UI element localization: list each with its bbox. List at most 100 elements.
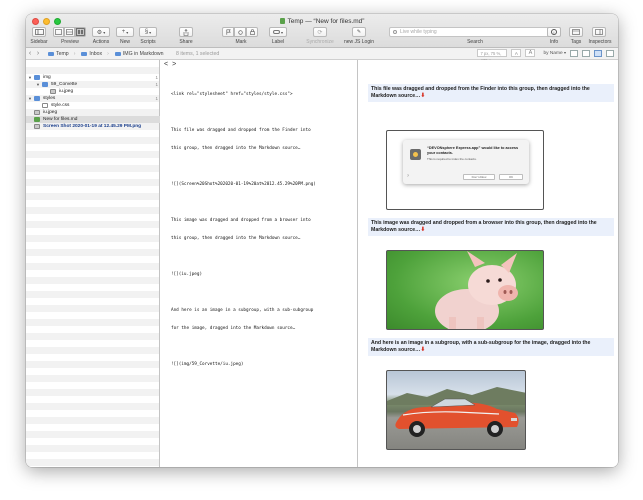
flag-icon xyxy=(226,29,231,35)
sidebar-item-img[interactable]: ▼ img 1 xyxy=(26,74,160,81)
preview-paragraph-2: This image was dragged and dropped from … xyxy=(368,218,614,237)
view-columns-icon[interactable] xyxy=(594,49,602,57)
sidebar-item-iu-jpeg[interactable]: iu.jpeg xyxy=(26,109,160,116)
items-status: 8 items, 1 selected xyxy=(176,50,220,57)
new-button[interactable]: + ▾ xyxy=(116,27,134,37)
editor-back-button[interactable]: < xyxy=(164,61,168,68)
breadcrumb-inbox-label: Inbox xyxy=(89,50,103,57)
synchronize-label: Synchronize xyxy=(306,39,334,45)
item-count: 1 xyxy=(155,75,158,80)
sidebar-item-label: 59_Corvette xyxy=(51,82,78,87)
sidebar-item-59-corvette[interactable]: ▼ 59_Corvette 1 xyxy=(26,81,160,88)
script-icon: § xyxy=(144,29,149,35)
synchronize-button[interactable]: ⟳ xyxy=(313,27,327,37)
preview-mode-2[interactable] xyxy=(64,27,75,37)
source-line: ![](img/59_Corvette/iu.jpeg) xyxy=(171,362,244,367)
scripts-button[interactable]: § ▾ xyxy=(139,27,157,37)
markdown-source[interactable]: <link rel="stylesheet" href="styles/styl… xyxy=(171,80,356,380)
database-icon xyxy=(48,51,54,56)
corvette-illustration xyxy=(387,387,525,437)
paragraph-text: This image was dragged and dropped from … xyxy=(371,220,597,234)
sidebar-item-styles[interactable]: ▼ styles 1 xyxy=(26,95,160,102)
font-larger-button[interactable]: A xyxy=(525,49,536,57)
sidebar-item-label: img xyxy=(43,75,51,80)
disclosure-triangle-icon[interactable]: ▼ xyxy=(28,95,32,102)
window-title: Temp — “New for files.md” xyxy=(26,18,618,25)
breadcrumb-temp[interactable]: Temp › xyxy=(48,51,75,57)
sidebar-item-label: iu.jpeg xyxy=(43,110,58,115)
sidebar-item-corvette-iu-jpeg[interactable]: iu.jpeg xyxy=(26,88,160,95)
toolbar: Temp — “New for files.md” Sidebar Previe… xyxy=(26,14,618,48)
sidebar-item-new-for-files-md[interactable]: New for files.md xyxy=(26,116,160,123)
new-js-login-button[interactable]: ✎ xyxy=(352,27,366,37)
preview-paragraph-3: And here is an image in a subgroup, with… xyxy=(368,338,614,357)
preview-image-screenshot: “DEVONsphere Express.app” would like to … xyxy=(386,130,544,210)
markdown-file-icon xyxy=(34,117,40,122)
breadcrumb-group[interactable]: IMG in Markdown xyxy=(114,50,164,57)
sort-selector[interactable]: by Name ▾ xyxy=(543,50,566,56)
scripts-label: Scripts xyxy=(140,39,156,45)
editor-forward-button[interactable]: > xyxy=(172,61,176,68)
inspectors-button[interactable] xyxy=(592,27,606,37)
breadcrumb-group-label: IMG in Markdown xyxy=(122,50,164,57)
share-button[interactable] xyxy=(179,27,193,37)
image-file-icon xyxy=(34,110,40,115)
dialog-subtitle: This is required to index the contacts. xyxy=(427,157,477,161)
inbox-icon xyxy=(81,51,88,56)
font-smaller-button[interactable]: A xyxy=(511,49,522,57)
view-list-icon[interactable] xyxy=(582,49,590,57)
layout-icon xyxy=(55,29,62,35)
source-line: ​ xyxy=(171,344,356,350)
view-split-icon[interactable] xyxy=(606,49,614,57)
preview-mode-1[interactable] xyxy=(53,27,64,37)
pathbar-right-controls: 7 px, 75 %, 470 × A A by Name ▾ xyxy=(477,49,614,63)
label-button[interactable]: ▾ xyxy=(269,27,287,37)
disclosure-triangle-icon[interactable]: ▼ xyxy=(36,81,40,88)
preview-mode-3[interactable] xyxy=(75,27,86,37)
info-button[interactable]: i xyxy=(547,27,561,37)
forward-button[interactable]: › xyxy=(34,50,42,58)
flag-button[interactable] xyxy=(222,27,234,37)
source-line: this group, then dragged into the Markdo… xyxy=(171,236,301,241)
chevron-down-icon: ▾ xyxy=(149,29,152,35)
source-line: <link rel="stylesheet" href="styles/styl… xyxy=(171,92,293,97)
tags-button[interactable] xyxy=(569,27,583,37)
info-icon: i xyxy=(551,29,557,35)
editor-nav: < > xyxy=(160,60,358,69)
app-window: Temp — “New for files.md” Sidebar Previe… xyxy=(26,14,618,467)
new-js-login-label: new JS Login xyxy=(343,39,375,45)
inspectors-icon xyxy=(595,29,603,35)
path-bar: ‹ › Temp › Inbox › IMG in Markdown 8 ite… xyxy=(26,48,618,63)
piglet-illustration xyxy=(435,251,518,329)
chevron-down-icon: ▾ xyxy=(103,29,106,35)
source-line: ![](Screen%20Shot%202020-01-19%20at%2012… xyxy=(171,182,316,187)
source-line: for the image, dragged into the Markdown… xyxy=(171,326,296,331)
unread-button[interactable] xyxy=(234,27,246,37)
back-button[interactable]: ‹ xyxy=(26,50,34,58)
breadcrumb-separator-icon: › xyxy=(73,50,76,57)
search-input[interactable]: Live while typing xyxy=(389,27,561,37)
markdown-editor[interactable]: < > <link rel="stylesheet" href="styles/… xyxy=(160,60,358,467)
sidebar-toggle-button[interactable] xyxy=(32,27,46,37)
sidebar-item-screenshot[interactable]: Screen Shot 2020-01-19 at 12.45.29 PM.pn… xyxy=(26,123,160,130)
lock-button[interactable] xyxy=(246,27,258,37)
preview-paragraph-1: This file was dragged and dropped from t… xyxy=(368,84,614,103)
zoom-field[interactable]: 7 px, 75 %, 470 × xyxy=(477,49,508,63)
preview-label: Preview xyxy=(61,39,79,45)
folder-icon xyxy=(34,75,40,80)
view-icons-icon[interactable] xyxy=(570,49,578,57)
new-label: New xyxy=(119,39,130,45)
disclosure-triangle-icon[interactable]: ▼ xyxy=(28,74,32,81)
tags-icon xyxy=(572,29,580,35)
plus-icon: + xyxy=(121,29,126,35)
source-line: this group, then dragged into the Markdo… xyxy=(171,146,301,151)
sidebar-item-style-css[interactable]: style.css xyxy=(26,102,160,109)
breadcrumb-inbox[interactable]: Inbox › xyxy=(81,50,109,57)
sidebar-item-label: Screen Shot 2020-01-19 at 12.45.29 PM.pn… xyxy=(43,124,142,129)
split-horizontal-icon xyxy=(66,29,73,35)
actions-button[interactable]: ⚙ ▾ xyxy=(92,27,110,37)
item-count: 1 xyxy=(155,82,158,87)
paragraph-text: This file was dragged and dropped from t… xyxy=(371,86,590,100)
preview-image-corvette xyxy=(386,370,526,450)
source-line: And here is an image in a subgroup, with… xyxy=(171,308,314,313)
